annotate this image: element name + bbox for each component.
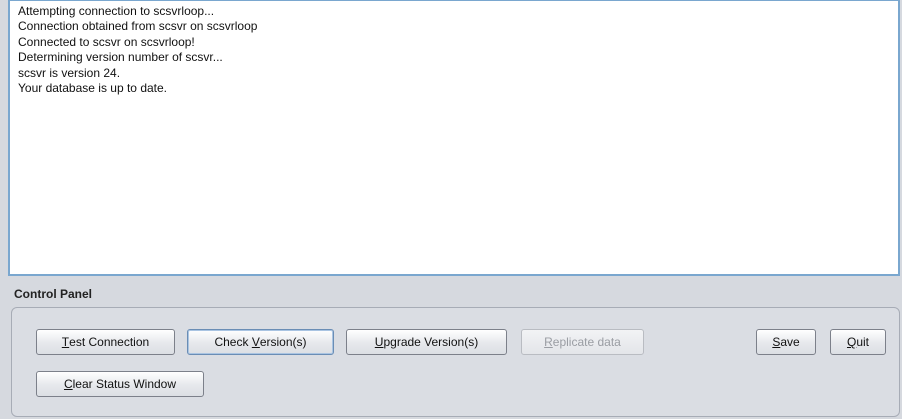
- control-panel: Test Connection Check Version(s) Upgrade…: [11, 307, 900, 417]
- button-mnemonic: U: [374, 335, 384, 349]
- button-mnemonic: Q: [846, 335, 857, 349]
- button-label: uit: [856, 335, 870, 349]
- button-label: est Connection: [69, 335, 150, 349]
- button-mnemonic: R: [544, 335, 553, 349]
- button-mnemonic: S: [772, 335, 781, 349]
- button-label: Check: [214, 335, 252, 349]
- test-connection-button[interactable]: Test Connection: [36, 329, 175, 355]
- button-label: pgrade Version(s): [383, 335, 479, 349]
- quit-button[interactable]: Quit: [830, 329, 886, 355]
- button-label: lear Status Window: [72, 377, 177, 391]
- status-line: Connected to scsvr on scsvrloop!: [18, 34, 195, 49]
- status-line: Connection obtained from scsvr on scsvrl…: [18, 19, 258, 34]
- replicate-data-button[interactable]: Replicate data: [521, 329, 644, 355]
- button-mnemonic: C: [63, 377, 73, 391]
- status-line: Determining version number of scsvr...: [18, 50, 223, 65]
- button-mnemonic: V: [251, 335, 260, 349]
- control-panel-title: Control Panel: [14, 287, 93, 301]
- check-version-button[interactable]: Check Version(s): [187, 329, 334, 355]
- status-line: Attempting connection to scsvrloop...: [18, 4, 215, 18]
- button-label: ave: [780, 335, 800, 349]
- button-mnemonic: T: [61, 335, 70, 349]
- save-button[interactable]: Save: [756, 329, 816, 355]
- status-text-area[interactable]: Attempting connection to scsvrloop... Co…: [8, 0, 900, 276]
- status-line: scsvr is version 24.: [18, 65, 121, 80]
- button-label: ersion(s): [259, 335, 307, 349]
- button-label: eplicate data: [552, 335, 621, 349]
- status-line: Your database is up to date.: [18, 81, 168, 96]
- clear-status-window-button[interactable]: Clear Status Window: [36, 371, 204, 397]
- app-window: Attempting connection to scsvrloop... Co…: [0, 0, 902, 419]
- upgrade-version-button[interactable]: Upgrade Version(s): [346, 329, 507, 355]
